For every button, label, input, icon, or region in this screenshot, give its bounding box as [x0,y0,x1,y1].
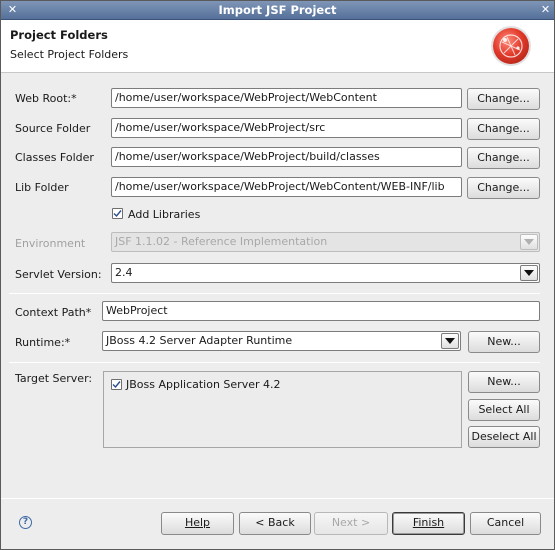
classes-folder-change-button[interactable]: Change... [467,147,540,169]
servlet-version-value: 2.4 [115,266,133,279]
jboss-tools-logo-icon [493,28,529,64]
deselect-all-button[interactable]: Deselect All [468,426,540,448]
add-libraries-checkbox[interactable] [112,208,123,219]
select-all-button[interactable]: Select All [468,399,540,421]
import-jsf-project-dialog: Import JSF Project ✕ ✕ Project Folders S… [0,0,555,550]
cancel-button[interactable]: Cancel [470,512,541,535]
target-server-new-label: New... [487,375,521,388]
separator [9,362,540,363]
chevron-down-icon[interactable] [520,265,538,281]
help-icon[interactable]: ? [19,516,32,529]
classes-folder-field[interactable]: /home/user/workspace/WebProject/build/cl… [111,147,462,167]
checkmark-icon [113,210,122,218]
chevron-down-icon[interactable] [441,333,459,349]
window-title: Import JSF Project [218,3,337,17]
target-server-item[interactable]: JBoss Application Server 4.2 [126,378,281,391]
target-server-new-button[interactable]: New... [468,371,540,393]
back-button[interactable]: < Back [239,512,311,535]
page-subtitle: Select Project Folders [10,48,129,61]
lib-folder-change-label: Change... [477,181,530,194]
web-root-label: Web Root:* [15,92,77,105]
environment-combo: JSF 1.1.02 - Reference Implementation [111,232,540,252]
deselect-all-label: Deselect All [471,430,537,443]
lib-folder-field[interactable]: /home/user/workspace/WebProject/WebConte… [111,177,462,197]
source-folder-label: Source Folder [15,122,91,135]
servlet-version-label: Servlet Version: [15,268,102,281]
finish-button[interactable]: Finish [392,512,465,535]
source-folder-field[interactable]: /home/user/workspace/WebProject/src [111,118,462,138]
web-root-change-label: Change... [477,92,530,105]
context-path-label: Context Path* [15,306,92,319]
next-button-label: Next > [331,516,371,529]
next-button: Next > [314,512,388,535]
title-bar: Import JSF Project [1,1,554,20]
runtime-new-button[interactable]: New... [468,331,540,353]
web-root-field[interactable]: /home/user/workspace/WebProject/WebConte… [111,88,462,108]
close-icon[interactable]: ✕ [538,3,553,17]
servlet-version-combo[interactable]: 2.4 [111,263,540,283]
window-menu-icon[interactable]: ✕ [5,3,20,17]
checkmark-icon [112,381,121,389]
select-all-label: Select All [478,403,530,416]
environment-label: Environment [15,237,86,250]
runtime-combo[interactable]: JBoss 4.2 Server Adapter Runtime [102,331,461,351]
classes-folder-label: Classes Folder [15,151,94,164]
context-path-field[interactable]: WebProject [102,301,540,321]
source-folder-change-button[interactable]: Change... [467,118,540,140]
finish-button-label: Finish [412,516,445,529]
cancel-button-label: Cancel [486,516,525,529]
lib-folder-change-button[interactable]: Change... [467,177,540,199]
runtime-value: JBoss 4.2 Server Adapter Runtime [106,334,293,347]
lib-folder-label: Lib Folder [15,181,69,194]
page-title: Project Folders [10,28,108,42]
help-button-label: Help [184,516,211,529]
web-root-change-button[interactable]: Change... [467,88,540,110]
target-server-label: Target Server: [15,372,93,385]
help-button[interactable]: Help [161,512,234,535]
classes-folder-change-label: Change... [477,151,530,164]
target-server-list[interactable]: JBoss Application Server 4.2 [103,371,462,448]
back-button-label: < Back [255,516,295,529]
runtime-new-label: New... [487,335,521,348]
chevron-down-icon [520,234,538,250]
add-libraries-label: Add Libraries [128,208,201,221]
header-banner: Project Folders Select Project Folders [1,20,554,73]
footer-separator [1,498,554,499]
runtime-label: Runtime:* [15,336,71,349]
target-server-checkbox[interactable] [111,379,122,390]
environment-value: JSF 1.1.02 - Reference Implementation [115,235,328,248]
separator [9,293,540,294]
source-folder-change-label: Change... [477,122,530,135]
